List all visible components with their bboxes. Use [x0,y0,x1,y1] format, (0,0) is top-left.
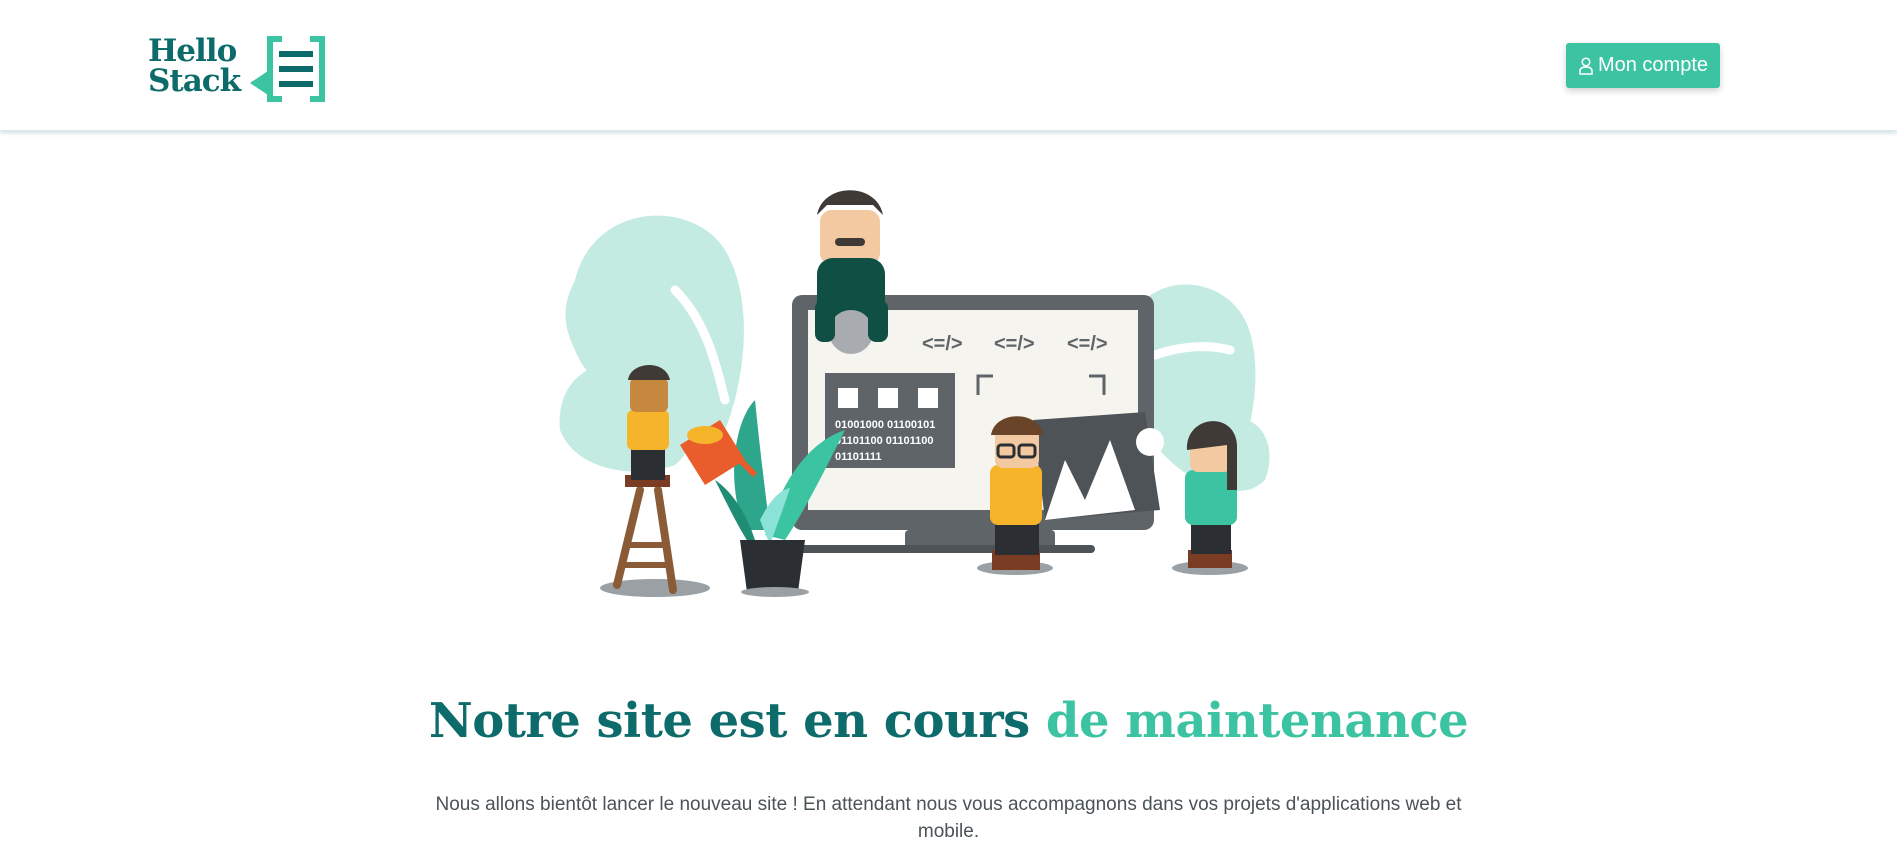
hellostack-logo[interactable]: Hello Stack [148,36,333,102]
site-header: Hello Stack Mon compte [0,0,1897,131]
binary-line-2: 01101100 01101100 [835,435,934,447]
account-button[interactable]: Mon compte [1566,43,1720,88]
binary-line-3: 01101111 [835,451,882,463]
maintenance-description: Nous allons bientôt lancer le nouveau si… [435,794,1462,842]
user-icon [1578,56,1594,75]
maintenance-title: Notre site est en cours de maintenance [0,693,1897,749]
code-tag-2: <=/> [994,333,1035,355]
code-tag-3: <=/> [1067,333,1108,355]
maintenance-illustration: <=/> <=/> <=/> 01001000 01100101 0110110… [555,190,1315,610]
account-button-label: Mon compte [1597,54,1709,76]
title-part-1: Notre site est en cours [428,693,1046,749]
code-tag-1: <=/> [922,333,963,355]
title-part-2: de maintenance [1045,693,1469,749]
team-at-work-illustration: <=/> <=/> <=/> 01001000 01100101 0110110… [559,190,1270,597]
binary-line-1: 01001000 01100101 [835,419,935,431]
bracket-lines-icon [250,36,325,102]
